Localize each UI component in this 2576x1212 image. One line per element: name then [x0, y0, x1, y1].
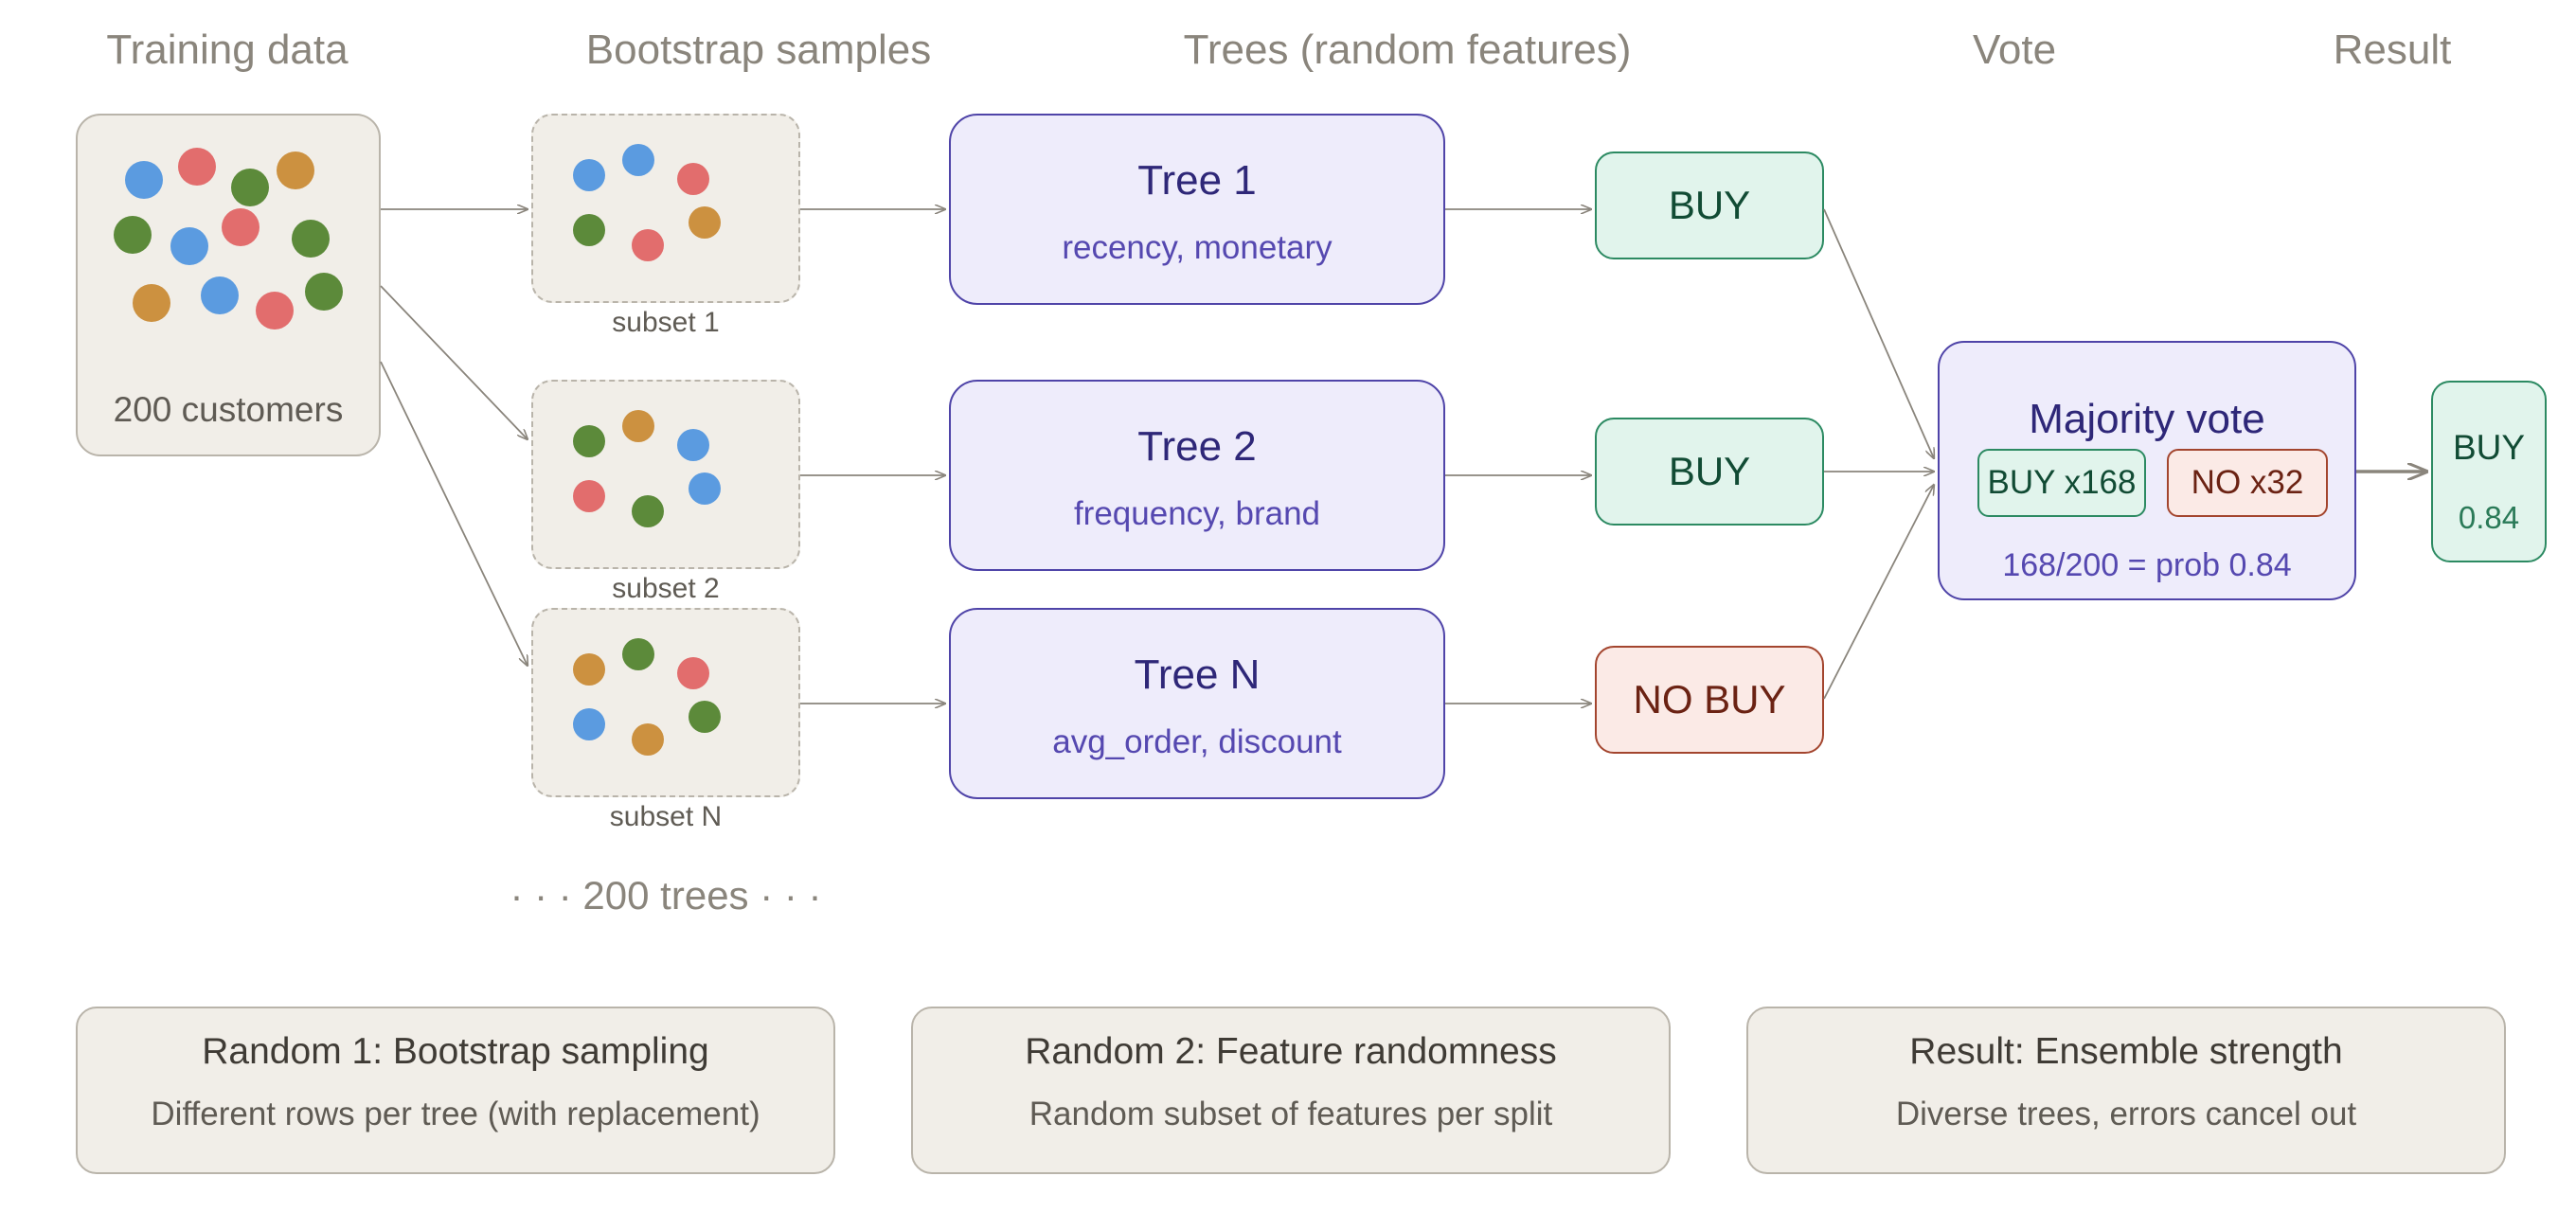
trees-count-label: · · · 200 trees · · ·	[510, 873, 822, 918]
note-ensemble-strength: Result: Ensemble strength Diverse trees,…	[1746, 1007, 2506, 1174]
note-3-text: Diverse trees, errors cancel out	[1895, 1096, 2357, 1132]
note-2-text: Random subset of features per split	[1029, 1096, 1553, 1132]
arrow-prediction-n-to-vote	[1823, 485, 1934, 700]
arrow-prediction-1-to-vote	[1823, 208, 1934, 458]
arrow-training-to-subset-n	[380, 361, 528, 666]
note-bootstrap-sampling: Random 1: Bootstrap sampling Different r…	[76, 1007, 835, 1174]
note-2-title: Random 2: Feature randomness	[1025, 1031, 1557, 1072]
arrow-training-to-subset-2	[380, 285, 528, 439]
note-feature-randomness: Random 2: Feature randomness Random subs…	[911, 1007, 1671, 1174]
note-3-title: Result: Ensemble strength	[1909, 1031, 2343, 1072]
note-1-text: Different rows per tree (with replacemen…	[151, 1096, 760, 1132]
note-1-title: Random 1: Bootstrap sampling	[202, 1031, 709, 1072]
